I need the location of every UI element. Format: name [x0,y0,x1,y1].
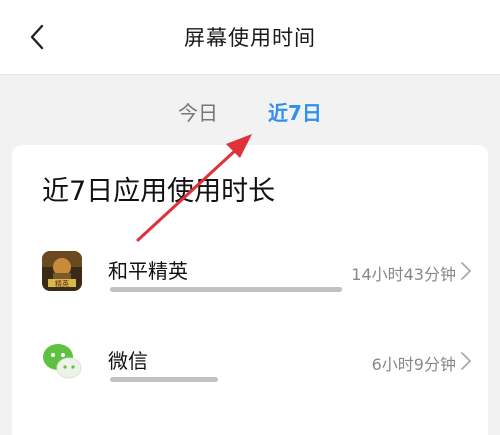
usage-bar [110,287,342,292]
tab-last-7-days[interactable]: 近7日 [268,97,322,126]
chevron-right-icon [461,352,471,370]
svg-text:精英: 精英 [55,279,69,288]
card-title: 近7日应用使用时长 [42,176,276,207]
usage-bar-fill [110,287,342,292]
tab-today[interactable]: 今日 [178,97,218,126]
usage-card: 近7日应用使用时长 精英 和平精英 14小时43分钟 微信 6小时9分钟 [12,145,488,435]
app-row-wechat[interactable]: 微信 6小时9分钟 [12,333,488,405]
game-icon: 精英 [42,251,82,291]
usage-bar-fill [110,377,218,382]
app-name: 微信 [108,349,148,373]
usage-duration: 14小时43分钟 [351,265,456,284]
usage-duration: 6小时9分钟 [371,355,456,374]
app-row-peace-elite[interactable]: 精英 和平精英 14小时43分钟 [12,243,488,315]
app-name: 和平精英 [108,259,188,283]
wechat-icon [42,341,82,381]
usage-bar [110,377,218,382]
app-header: 屏幕使用时间 [0,0,500,75]
period-tabs: 今日 近7日 [0,75,500,145]
chevron-right-icon [461,262,471,280]
page-title: 屏幕使用时间 [184,26,316,50]
